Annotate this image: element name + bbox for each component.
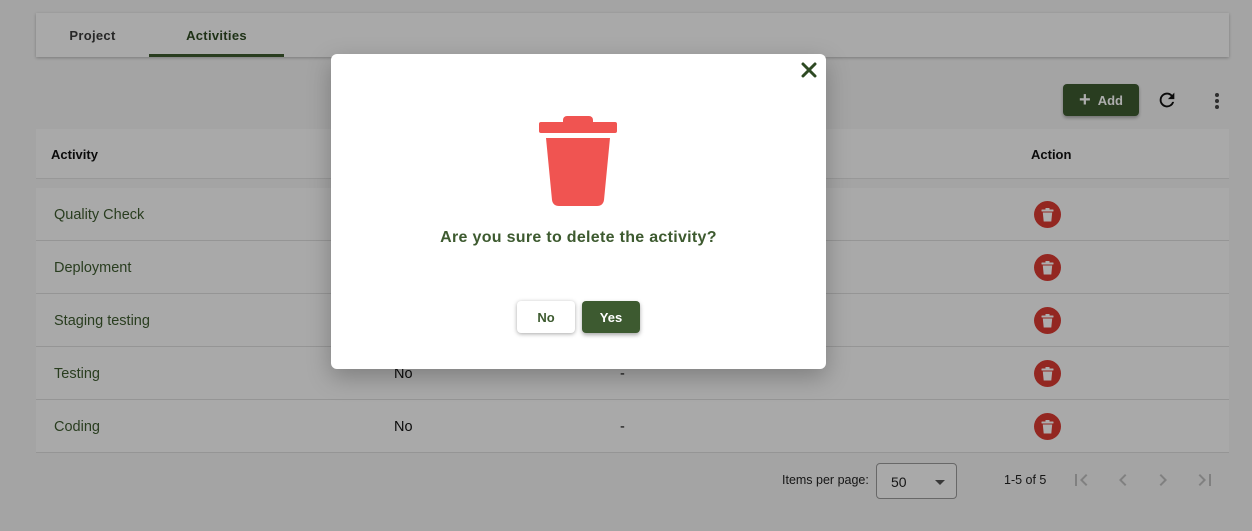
delete-confirmation-dialog: Are you sure to delete the activity? No … <box>331 54 826 369</box>
trash-icon <box>539 116 617 206</box>
no-button[interactable]: No <box>517 301 575 333</box>
dialog-message: Are you sure to delete the activity? <box>440 229 717 246</box>
yes-button[interactable]: Yes <box>582 301 640 333</box>
close-icon[interactable] <box>801 62 817 78</box>
